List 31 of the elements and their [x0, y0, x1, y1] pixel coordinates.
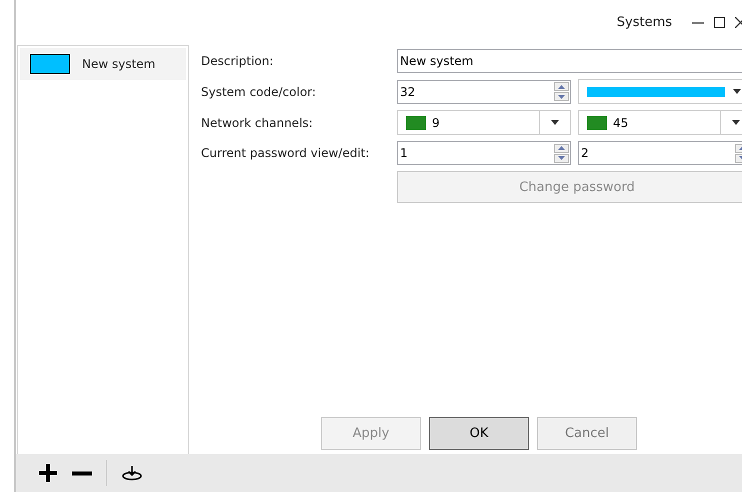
- download-icon[interactable]: [121, 465, 143, 481]
- field-label: Current password view/edit:: [201, 146, 370, 160]
- caret-icon: [732, 120, 740, 125]
- caret-icon: [551, 120, 559, 125]
- remove-icon[interactable]: [72, 470, 92, 476]
- down-arrow-icon: [558, 94, 565, 98]
- field-label: Description:: [201, 54, 274, 68]
- channel-value: 9: [432, 116, 440, 130]
- field-label: Network channels:: [201, 116, 314, 130]
- down-arrow-icon: [558, 156, 565, 160]
- dropdown-field[interactable]: [578, 79, 742, 104]
- system-list-item[interactable]: New system: [20, 48, 186, 80]
- dialog-button[interactable]: OK: [429, 417, 529, 450]
- spin-up-button[interactable]: [554, 82, 569, 91]
- number-field[interactable]: 1: [397, 141, 571, 165]
- description-field[interactable]: New system: [397, 49, 742, 73]
- channel-value: 45: [613, 116, 628, 130]
- maximize-icon[interactable]: [714, 17, 725, 28]
- number-field[interactable]: 32: [397, 80, 571, 104]
- up-arrow-icon: [558, 84, 565, 88]
- number-field[interactable]: 2: [578, 141, 742, 165]
- dropdown-field[interactable]: 45: [578, 110, 742, 135]
- dialog-button[interactable]: Cancel: [537, 417, 637, 450]
- window-title: Systems: [616, 15, 672, 30]
- add-icon[interactable]: [38, 463, 58, 483]
- field-label: System code/color:: [201, 84, 317, 98]
- dropdown-field[interactable]: 9: [397, 110, 571, 135]
- caret-icon: [733, 89, 741, 94]
- up-arrow-icon: [558, 146, 565, 150]
- system-name: New system: [82, 57, 156, 71]
- spin-down-button[interactable]: [554, 92, 569, 101]
